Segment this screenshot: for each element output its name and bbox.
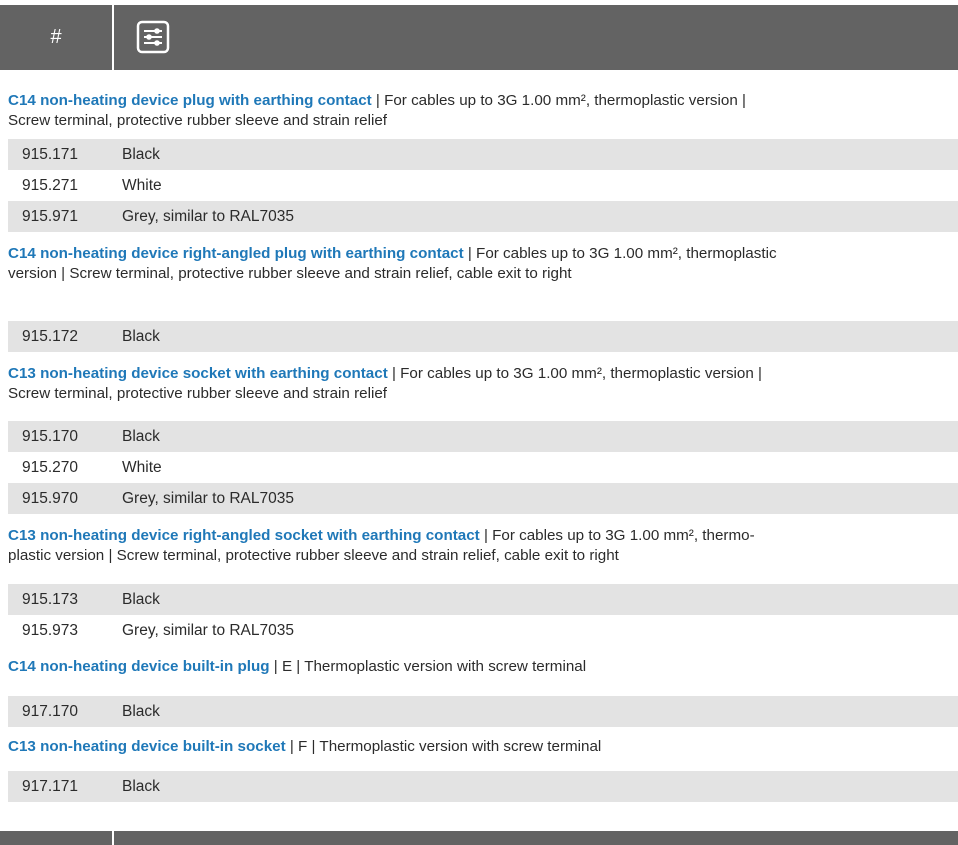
article-number: 915.971 — [22, 207, 79, 225]
article-number: 915.973 — [22, 621, 79, 639]
table-row: 917.170 Black — [8, 696, 958, 727]
article-number: 917.170 — [22, 702, 79, 720]
product-spec-continued: Screw terminal, protective rubber sleeve… — [8, 112, 388, 129]
article-number: 915.970 — [22, 489, 79, 507]
table-row: 915.973 Grey, similar to RAL7035 — [8, 615, 958, 646]
product-spec: | E | Thermoplastic version with screw t… — [269, 658, 587, 675]
colour-description: Black — [122, 427, 160, 445]
product-spec: | For cables up to 3G 1.00 mm², thermopl… — [387, 365, 762, 382]
table-header: # — [0, 5, 958, 70]
colour-description: Black — [122, 145, 160, 163]
table-footer — [0, 831, 958, 845]
table-row: 915.271 White — [8, 170, 958, 201]
table-row: 915.270 White — [8, 452, 958, 483]
product-spec-continued: plastic version | Screw terminal, protec… — [8, 547, 619, 564]
section-heading: C14 non-heating device built-in plug | E… — [8, 657, 948, 677]
article-number: 915.270 — [22, 458, 79, 476]
colour-description: Black — [122, 702, 160, 720]
table-row: 915.971 Grey, similar to RAL7035 — [8, 201, 958, 232]
colour-description: White — [122, 458, 162, 476]
colour-description: Black — [122, 590, 160, 608]
table-row: 915.172 Black — [8, 321, 958, 352]
product-title: C14 non-heating device right-angled plug… — [8, 245, 464, 262]
section-heading: C14 non-heating device right-angled plug… — [8, 244, 948, 284]
filter-sliders-icon[interactable] — [136, 20, 170, 54]
table-row: 915.170 Black — [8, 421, 958, 452]
column-divider — [112, 831, 114, 845]
product-title: C14 non-heating device plug with earthin… — [8, 92, 372, 109]
product-spec: | F | Thermoplastic version with screw t… — [285, 738, 602, 755]
table-row: 917.171 Black — [8, 771, 958, 802]
section-heading: C13 non-heating device built-in socket |… — [8, 737, 948, 757]
table-row: 915.970 Grey, similar to RAL7035 — [8, 483, 958, 514]
product-title: C14 non-heating device built-in plug — [8, 658, 270, 675]
article-number: 915.171 — [22, 145, 79, 163]
article-number: 915.271 — [22, 176, 79, 194]
product-spec: | For cables up to 3G 1.00 mm², thermopl… — [371, 92, 746, 109]
product-title: C13 non-heating device right-angled sock… — [8, 527, 480, 544]
product-spec-continued: Screw terminal, protective rubber sleeve… — [8, 385, 388, 402]
article-number: 917.171 — [22, 777, 79, 795]
column-divider — [112, 5, 114, 70]
section-heading: C13 non-heating device right-angled sock… — [8, 526, 948, 566]
colour-description: White — [122, 176, 162, 194]
colour-description: Black — [122, 777, 160, 795]
table-row: 915.171 Black — [8, 139, 958, 170]
colour-description: Grey, similar to RAL7035 — [122, 207, 294, 225]
article-number: 915.172 — [22, 327, 79, 345]
product-title: C13 non-heating device built-in socket — [8, 738, 286, 755]
colour-description: Grey, similar to RAL7035 — [122, 621, 294, 639]
table-row: 915.173 Black — [8, 584, 958, 615]
section-heading: C14 non-heating device plug with earthin… — [8, 91, 948, 131]
product-spec-continued: version | Screw terminal, protective rub… — [8, 265, 572, 282]
item-number-column-header: # — [50, 26, 62, 48]
article-number: 915.173 — [22, 590, 79, 608]
product-spec: | For cables up to 3G 1.00 mm², thermo- — [479, 527, 755, 544]
section-heading: C13 non-heating device socket with earth… — [8, 364, 948, 404]
article-number: 915.170 — [22, 427, 79, 445]
product-spec: | For cables up to 3G 1.00 mm², thermopl… — [463, 245, 777, 262]
colour-description: Grey, similar to RAL7035 — [122, 489, 294, 507]
product-title: C13 non-heating device socket with earth… — [8, 365, 388, 382]
colour-description: Black — [122, 327, 160, 345]
